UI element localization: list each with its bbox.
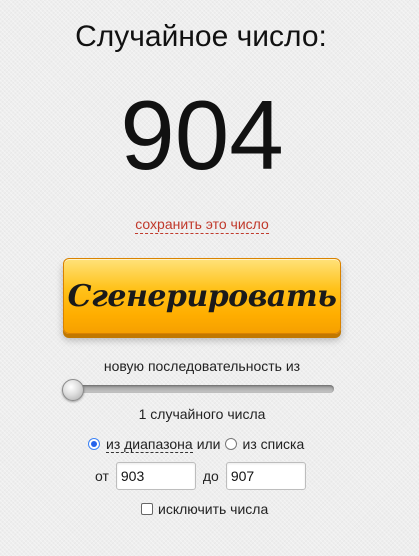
range-inputs: от до <box>95 462 306 490</box>
mode-selector: из диапазона или из списка <box>88 434 304 454</box>
from-label: от <box>95 468 109 484</box>
save-number-container: сохранить это число <box>0 216 404 234</box>
exclude-numbers-label[interactable]: исключить числа <box>158 501 268 517</box>
exclude-numbers-option: исключить числа <box>141 501 268 517</box>
range-to-input[interactable] <box>225 462 306 490</box>
sequence-label: новую последовательность из <box>103 358 301 374</box>
range-mode-label[interactable]: из диапазона <box>106 436 193 453</box>
or-label: или <box>196 436 221 452</box>
random-number-display: 904 <box>120 80 284 190</box>
list-mode-label[interactable]: из списка <box>243 436 305 452</box>
page-title: Случайное число: <box>75 20 327 53</box>
count-slider-track[interactable] <box>64 385 334 393</box>
generate-button-label: Сгенерировать <box>67 278 337 314</box>
save-number-link[interactable]: сохранить это число <box>135 216 269 234</box>
generate-button[interactable]: Сгенерировать <box>63 258 341 334</box>
count-label: 1 случайного числа <box>138 406 266 422</box>
list-mode-radio[interactable] <box>224 438 237 450</box>
exclude-numbers-checkbox[interactable] <box>141 503 153 515</box>
to-label: до <box>202 468 219 484</box>
range-mode-radio[interactable] <box>88 438 100 450</box>
range-from-input[interactable] <box>115 462 196 490</box>
count-slider-handle[interactable] <box>62 379 84 401</box>
